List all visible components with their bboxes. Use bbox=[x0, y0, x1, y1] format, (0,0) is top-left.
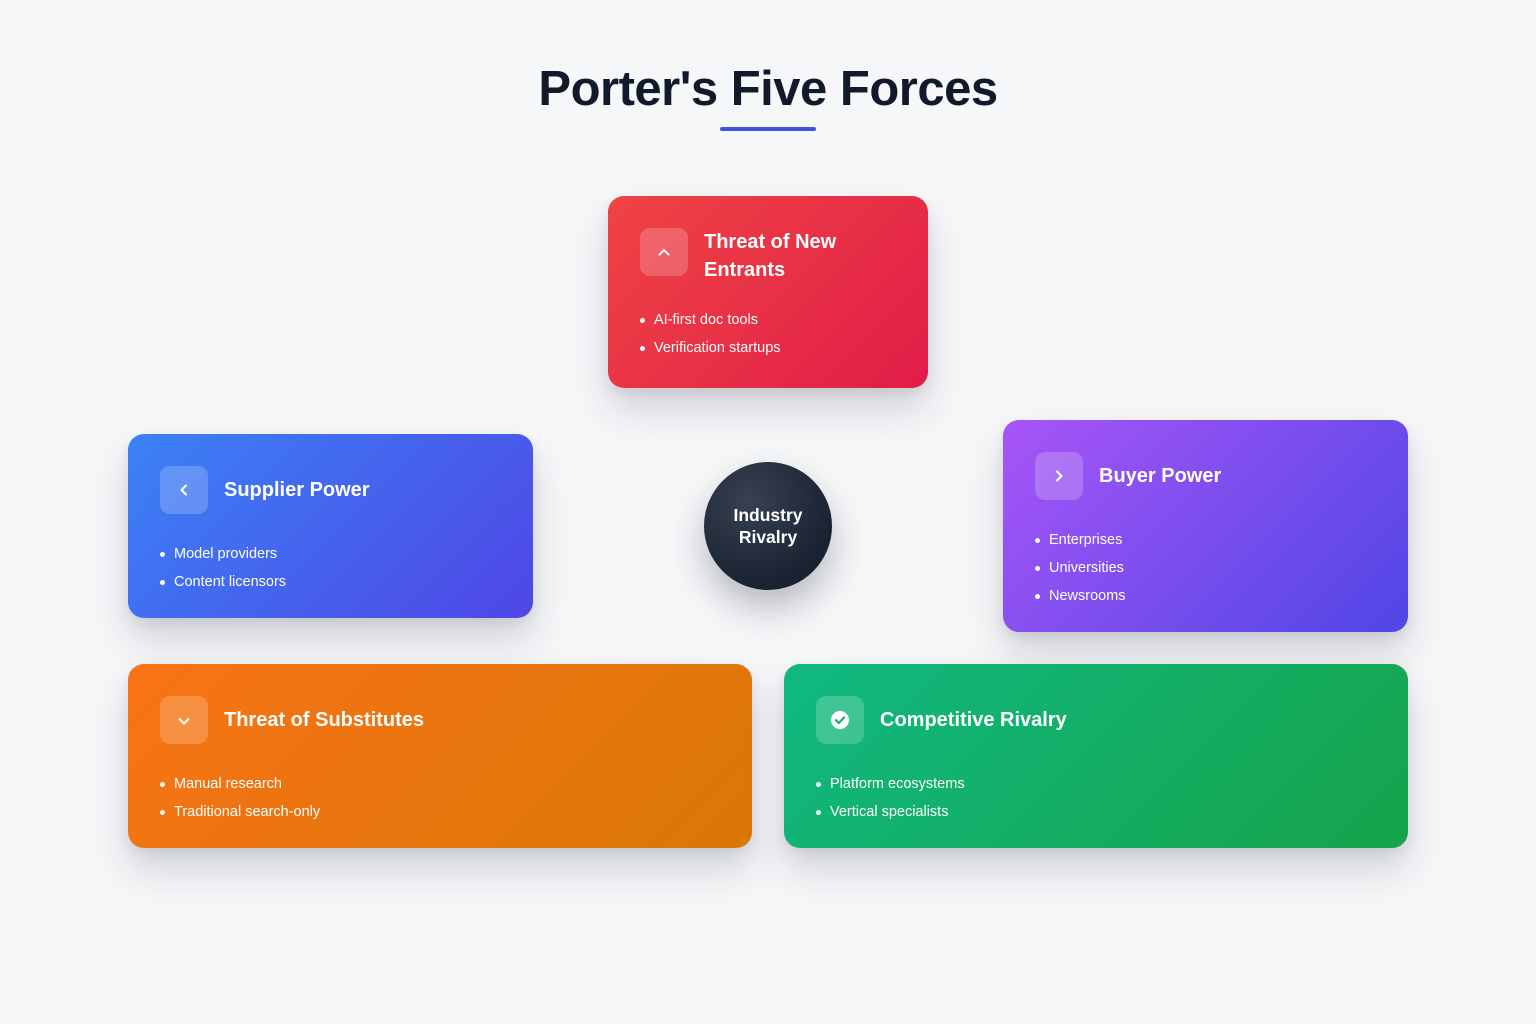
chevron-left-icon bbox=[160, 466, 208, 514]
list-item: Traditional search-only bbox=[160, 798, 720, 826]
card-title: Threat of New Entrants bbox=[704, 231, 837, 281]
force-list: Manual research Traditional search-only bbox=[160, 770, 720, 826]
list-item: Enterprises bbox=[1035, 526, 1376, 554]
force-list: AI-first doc tools Verification startups bbox=[640, 306, 896, 362]
card-competitive-rivalry: Competitive Rivalry Platform ecosystems … bbox=[784, 664, 1408, 848]
card-threat-of-new-entrants: Threat of New Entrants AI-first doc tool… bbox=[608, 196, 928, 388]
card-supplier-power: Supplier Power Model providers Content l… bbox=[128, 434, 533, 618]
chevron-right-icon bbox=[1035, 452, 1083, 500]
hub-label: Industry Rivalry bbox=[733, 505, 803, 547]
list-item: Platform ecosystems bbox=[816, 770, 1376, 798]
page-title: Porter's Five Forces bbox=[538, 62, 998, 116]
card-header: Threat of Substitutes bbox=[160, 696, 720, 744]
card-header: Competitive Rivalry bbox=[816, 696, 1376, 744]
industry-rivalry-hub: Industry Rivalry bbox=[704, 462, 832, 590]
list-item: Content licensors bbox=[160, 568, 501, 596]
card-threat-of-substitutes: Threat of Substitutes Manual research Tr… bbox=[128, 664, 752, 848]
card-title: Buyer Power bbox=[1099, 465, 1222, 487]
card-header: Supplier Power bbox=[160, 466, 501, 514]
card-header: Threat of New Entrants bbox=[640, 228, 896, 284]
chevron-down-icon bbox=[160, 696, 208, 744]
chevron-up-icon bbox=[640, 228, 688, 276]
list-item: Universities bbox=[1035, 554, 1376, 582]
list-item: Verification startups bbox=[640, 334, 896, 362]
list-item: Manual research bbox=[160, 770, 720, 798]
list-item: Vertical specialists bbox=[816, 798, 1376, 826]
card-title: Threat of Substitutes bbox=[224, 709, 425, 731]
list-item: Model providers bbox=[160, 540, 501, 568]
card-title: Supplier Power bbox=[224, 479, 370, 501]
title-underline bbox=[720, 127, 816, 131]
card-header: Buyer Power bbox=[1035, 452, 1376, 500]
list-item: AI-first doc tools bbox=[640, 306, 896, 334]
force-list: Platform ecosystems Vertical specialists bbox=[816, 770, 1376, 826]
card-title: Competitive Rivalry bbox=[880, 709, 1067, 731]
list-item: Newsrooms bbox=[1035, 582, 1376, 610]
force-list: Model providers Content licensors bbox=[160, 540, 501, 596]
card-buyer-power: Buyer Power Enterprises Universities New… bbox=[1003, 420, 1408, 632]
force-list: Enterprises Universities Newsrooms bbox=[1035, 526, 1376, 610]
check-circle-icon bbox=[816, 696, 864, 744]
